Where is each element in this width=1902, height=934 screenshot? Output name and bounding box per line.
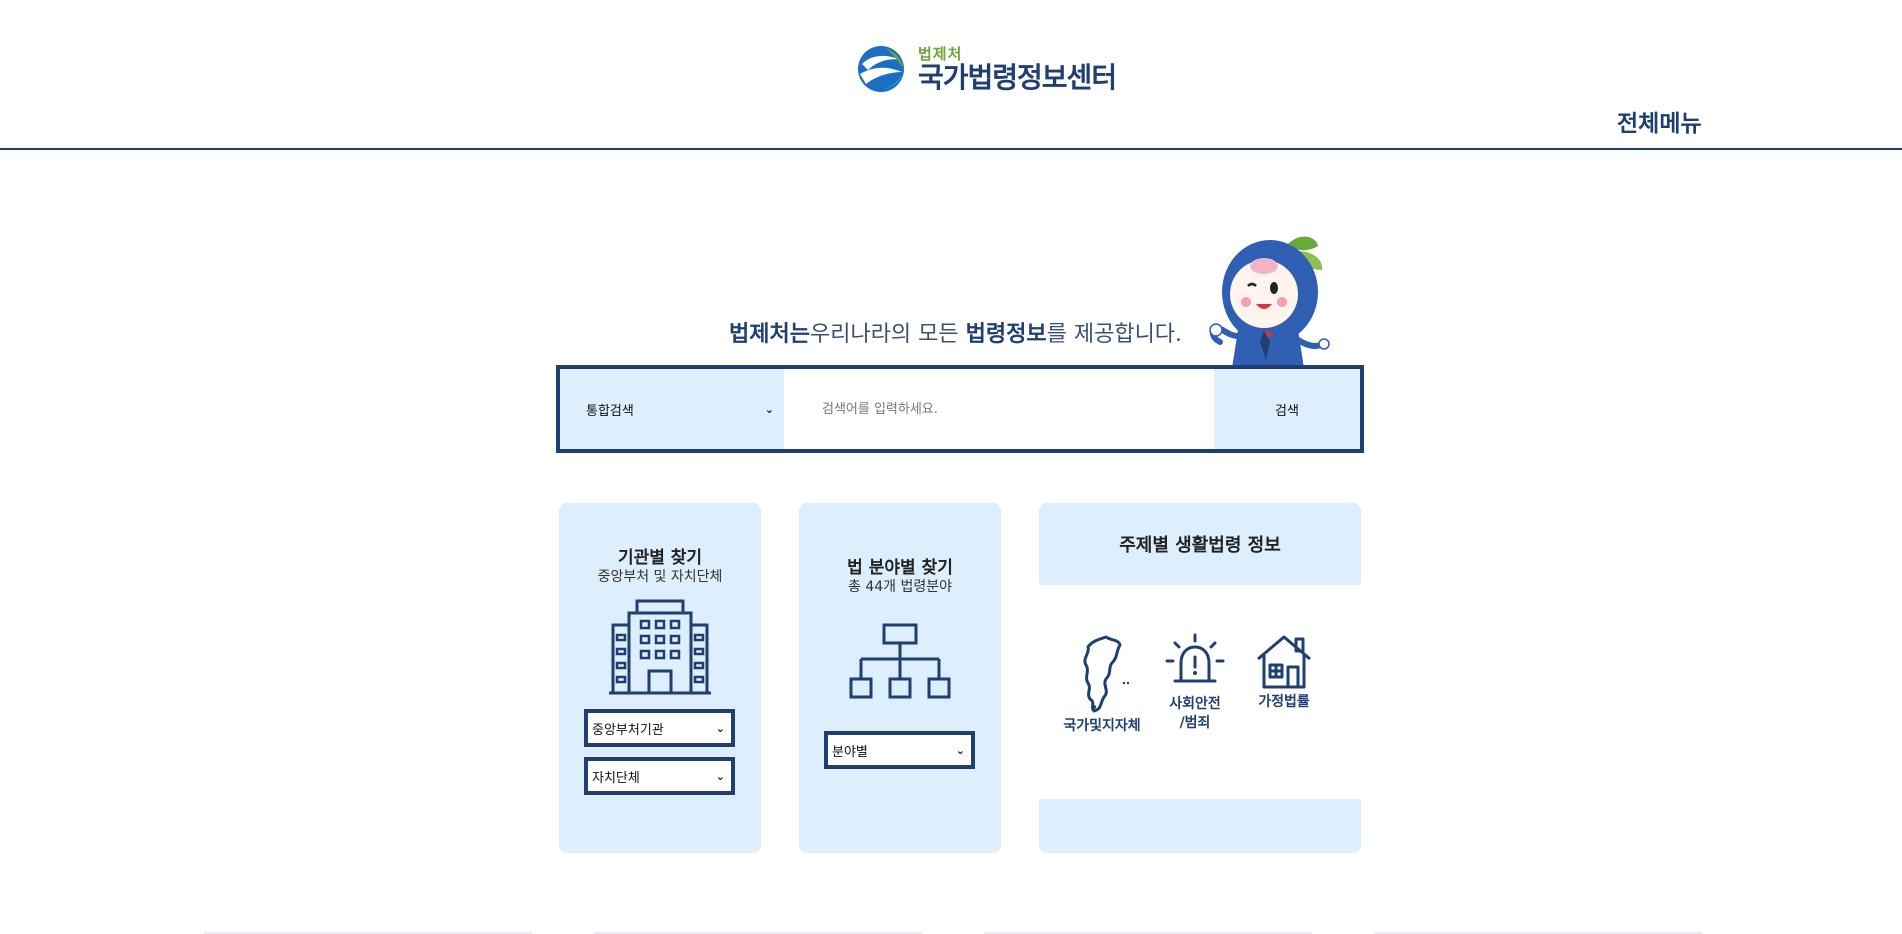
house-icon — [1257, 635, 1311, 689]
hierarchy-chart-icon — [849, 623, 951, 699]
search-scope-value: 통합검색 — [586, 403, 634, 419]
logo-title: 국가법령정보센터 — [918, 60, 1117, 94]
chevron-down-icon: ⌄ — [955, 743, 965, 757]
org-card-subtitle: 중앙부처 및 자치단체 — [597, 569, 723, 585]
law-field-card-title: 법 분야별 찾기 — [847, 558, 953, 578]
topic-item-social-safety[interactable]: 사회안전 /범죄 — [1157, 633, 1233, 733]
life-law-topic-card: 주제별 생활법령 정보 국가및지자체 사회안전 /범죄 가정법률 — [1039, 503, 1361, 853]
local-government-select[interactable]: 자치단체 ⌄ — [584, 757, 735, 795]
topic-item-national-local[interactable]: 국가및지자체 — [1057, 633, 1147, 736]
topic-item-label: 가정법률 — [1258, 694, 1310, 710]
search-button[interactable]: 검색 — [1214, 369, 1360, 449]
central-agency-select-value: 중앙부처기관 — [592, 722, 664, 738]
site-logo[interactable]: 법제처 국가법령정보센터 — [856, 44, 1117, 94]
logo-globe-icon — [858, 46, 904, 92]
korea-map-icon — [1083, 635, 1130, 713]
chevron-down-icon: ⌄ — [764, 402, 774, 416]
chevron-down-icon: ⌄ — [715, 721, 725, 735]
topic-item-family-law[interactable]: 가정법률 — [1249, 633, 1319, 712]
search-scope-select[interactable]: 통합검색 ⌄ — [560, 369, 784, 449]
central-agency-select[interactable]: 중앙부처기관 ⌄ — [584, 709, 735, 747]
search-bar: 통합검색 ⌄ 검색 — [556, 365, 1364, 453]
site-header: 법제처 국가법령정보센터 전체메뉴 — [0, 0, 1902, 150]
all-menu-button[interactable]: 전체메뉴 — [1617, 104, 1702, 138]
org-card-title: 기관별 찾기 — [617, 548, 703, 568]
chevron-down-icon: ⌄ — [715, 769, 725, 783]
tagline-text-1: 우리나라의 모든 — [809, 322, 966, 347]
local-government-select-value: 자치단체 — [592, 770, 640, 786]
building-icon — [609, 599, 711, 695]
alarm-siren-icon — [1165, 633, 1225, 683]
mascot-character-image — [1209, 236, 1330, 368]
topic-card-title: 주제별 생활법령 정보 — [1119, 535, 1281, 556]
law-field-select[interactable]: 분야별 ⌄ — [824, 731, 975, 769]
law-field-select-value: 분야별 — [832, 744, 868, 760]
topic-card-body: 국가및지자체 사회안전 /범죄 가정법률 — [1039, 585, 1361, 799]
topic-item-label: 사회안전 /범죄 — [1157, 695, 1233, 733]
search-input[interactable] — [784, 369, 1214, 449]
topic-item-label: 국가및지자체 — [1063, 718, 1141, 734]
law-field-card-subtitle: 총 44개 법령분야 — [848, 579, 952, 595]
law-field-card: 법 분야별 찾기 총 44개 법령분야 분야별 ⌄ — [799, 503, 1001, 853]
logo-subtitle: 법제처 — [918, 44, 963, 63]
org-search-card: 기관별 찾기 중앙부처 및 자치단체 중앙부처기관 ⌄ 자치단체 ⌄ — [559, 503, 761, 853]
tagline: 법제처는우리나라의 모든 법령정보를 제공합니다. — [729, 316, 1182, 348]
topic-item-label-text: 사회안전 /범죄 — [1169, 696, 1221, 731]
tagline-emphasis-2: 법령정보 — [965, 322, 1047, 347]
tagline-emphasis-1: 법제처는 — [729, 322, 810, 347]
tagline-text-2: 를 제공합니다. — [1046, 322, 1183, 347]
